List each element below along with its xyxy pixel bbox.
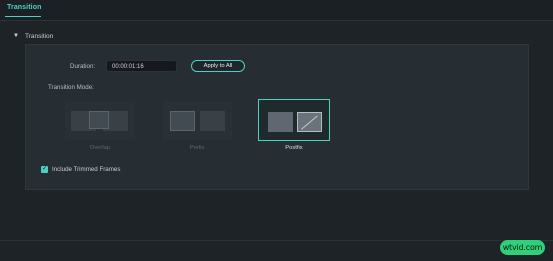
mode-prefix-card — [162, 101, 232, 140]
duration-input[interactable]: 00:00:01:16 — [106, 60, 177, 72]
tab-active-indicator — [5, 16, 41, 17]
mode-postfix-card[interactable] — [258, 99, 330, 141]
transition-section-header[interactable]: ▼ Transition — [13, 31, 53, 41]
tab-transition[interactable]: Transition — [7, 4, 41, 11]
checkmark-icon: ✓ — [41, 166, 48, 172]
watermark-badge: wtvid.com — [500, 240, 545, 255]
postfix-left-thumb — [268, 112, 293, 132]
transition-mode-label: Transition Mode: — [48, 84, 94, 91]
include-trimmed-label: Include Trimmed Frames — [52, 166, 121, 173]
prefix-left-thumb — [170, 111, 195, 131]
duration-label: Duration: — [70, 63, 96, 70]
transition-settings-panel: Duration: 00:00:01:16 Apply to All Trans… — [25, 44, 529, 190]
apply-to-all-button[interactable]: Apply to All — [191, 60, 245, 72]
mode-prefix-label: Prefix — [189, 145, 205, 151]
prefix-right-thumb — [200, 111, 225, 131]
mode-postfix-label: Postfix — [285, 145, 303, 151]
mode-overlap-label: Overlap — [89, 145, 111, 151]
include-trimmed-checkbox[interactable]: ✓ — [41, 166, 48, 173]
caret-down-icon[interactable]: ▼ — [13, 33, 19, 39]
mode-overlap-card — [65, 101, 135, 140]
tab-bar: Transition — [0, 0, 553, 21]
footer-divider — [0, 240, 553, 241]
overlap-center-thumb — [89, 111, 109, 129]
section-title: Transition — [24, 32, 54, 40]
